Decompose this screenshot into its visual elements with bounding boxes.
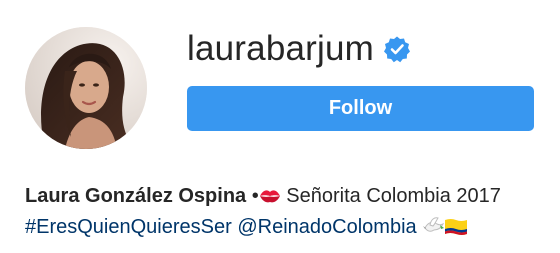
colombia-flag-emoji bbox=[444, 216, 468, 244]
bio-line-2: #EresQuienQuieresSer @ReinadoColombia bbox=[25, 213, 545, 244]
follow-button[interactable]: Follow bbox=[187, 86, 534, 131]
username-row: laurabarjum bbox=[187, 27, 411, 71]
avatar-photo bbox=[25, 27, 147, 149]
username: laurabarjum bbox=[187, 29, 375, 68]
full-name: Laura González Ospina bbox=[25, 185, 247, 207]
bio-line-1: Laura González Ospina • Señorita Colombi… bbox=[25, 182, 545, 213]
verified-badge-icon bbox=[383, 35, 411, 63]
kiss-mark-emoji bbox=[259, 185, 281, 213]
profile-bio: Laura González Ospina • Señorita Colombi… bbox=[25, 182, 545, 244]
dove-emoji bbox=[422, 216, 445, 244]
hashtag-link[interactable]: #EresQuienQuieresSer bbox=[25, 216, 232, 238]
bio-title: Señorita Colombia 2017 bbox=[280, 185, 501, 207]
bio-separator: • bbox=[251, 185, 259, 207]
mention-link[interactable]: @ReinadoColombia bbox=[237, 216, 416, 238]
profile-avatar[interactable] bbox=[25, 27, 147, 149]
